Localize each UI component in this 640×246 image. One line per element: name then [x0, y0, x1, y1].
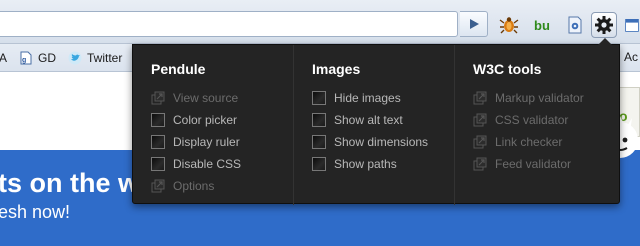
bu-extension-button[interactable]: bu [532, 14, 554, 36]
menu-column-images: Images Hide images Show alt text Show di… [293, 45, 453, 205]
menu-item-label: Color picker [173, 113, 238, 127]
menu-item-show-alt-text[interactable]: Show alt text [312, 111, 403, 129]
page-gear-icon [568, 16, 582, 34]
address-bar[interactable] [0, 11, 458, 37]
menu-item-label: Show dimensions [334, 135, 429, 149]
calendar-icon [625, 19, 639, 32]
twitter-bird-icon [68, 51, 82, 65]
play-arrow-icon [469, 19, 479, 29]
menu-item-label: Options [173, 179, 215, 193]
popup-icon [473, 113, 487, 127]
bug-icon [499, 17, 519, 34]
checkbox-icon [312, 157, 326, 171]
bookmark-item-a[interactable]: A [0, 50, 7, 66]
checkbox-icon [151, 135, 165, 149]
pendule-dropdown-menu: Pendule View source Color picker Display… [132, 38, 620, 205]
pendule-extension-button[interactable] [591, 12, 617, 38]
column-title: W3C tools [473, 61, 542, 77]
menu-item-display-ruler[interactable]: Display ruler [151, 133, 240, 151]
menu-item-label: Show paths [334, 157, 397, 171]
menu-column-pendule: Pendule View source Color picker Display… [133, 45, 293, 205]
hero-subtitle: esh now! [0, 202, 71, 222]
menu-item-label: Link checker [495, 135, 563, 149]
menu-item-feed-validator[interactable]: Feed validator [473, 155, 571, 173]
menu-column-w3c-tools: W3C tools Markup validator CSS validator [454, 45, 620, 205]
menu-item-label: Disable CSS [173, 157, 242, 171]
svg-text:g: g [22, 57, 26, 64]
svg-text:bu: bu [534, 18, 550, 33]
popup-icon [473, 157, 487, 171]
checkbox-icon [151, 113, 165, 127]
menu-item-link-checker[interactable]: Link checker [473, 133, 562, 151]
bookmark-item-twitter[interactable]: Twitter [68, 50, 122, 66]
extension-button-partial[interactable] [624, 14, 640, 36]
bookmark-item-gd[interactable]: g GD [19, 50, 56, 66]
menu-item-css-validator[interactable]: CSS validator [473, 111, 568, 129]
menu-pointer [598, 38, 612, 45]
bookmark-label: Ac [624, 50, 639, 64]
popup-icon [151, 179, 165, 193]
menu-item-color-picker[interactable]: Color picker [151, 111, 237, 129]
bookmark-label: GD [38, 51, 56, 65]
page-info-extension-button[interactable] [564, 14, 586, 36]
bookmark-label: Twitter [87, 51, 123, 65]
menu-item-show-dimensions[interactable]: Show dimensions [312, 133, 428, 151]
menu-item-label: View source [173, 91, 239, 105]
checkbox-icon [312, 91, 326, 105]
menu-item-label: Markup validator [495, 91, 584, 105]
column-title: Images [312, 61, 361, 77]
menu-item-view-source[interactable]: View source [151, 89, 238, 107]
go-button[interactable] [460, 11, 488, 37]
menu-item-show-paths[interactable]: Show paths [312, 155, 397, 173]
gear-icon [595, 16, 613, 34]
popup-icon [473, 135, 487, 149]
column-title: Pendule [151, 61, 206, 77]
menu-item-markup-validator[interactable]: Markup validator [473, 89, 584, 107]
menu-item-label: Feed validator [495, 157, 572, 171]
hero-title: ts on the we [0, 168, 155, 198]
checkbox-icon [151, 157, 165, 171]
browser-toolbar: bu [0, 0, 640, 44]
bookmark-label: A [0, 51, 8, 65]
document-icon: g [20, 51, 32, 65]
bookmark-item-ac[interactable]: Ac [624, 50, 640, 64]
firebug-extension-button[interactable] [498, 14, 520, 36]
menu-item-label: CSS validator [495, 113, 569, 127]
menu-item-options[interactable]: Options [151, 177, 214, 195]
menu-item-hide-images[interactable]: Hide images [312, 89, 401, 107]
menu-item-disable-css[interactable]: Disable CSS [151, 155, 241, 173]
popup-icon [473, 91, 487, 105]
checkbox-icon [312, 135, 326, 149]
menu-item-label: Show alt text [334, 113, 403, 127]
menu-item-label: Hide images [334, 91, 401, 105]
bu-logo-icon: bu [534, 18, 550, 33]
popup-icon [151, 91, 165, 105]
menu-item-label: Display ruler [173, 135, 240, 149]
checkbox-icon [312, 113, 326, 127]
